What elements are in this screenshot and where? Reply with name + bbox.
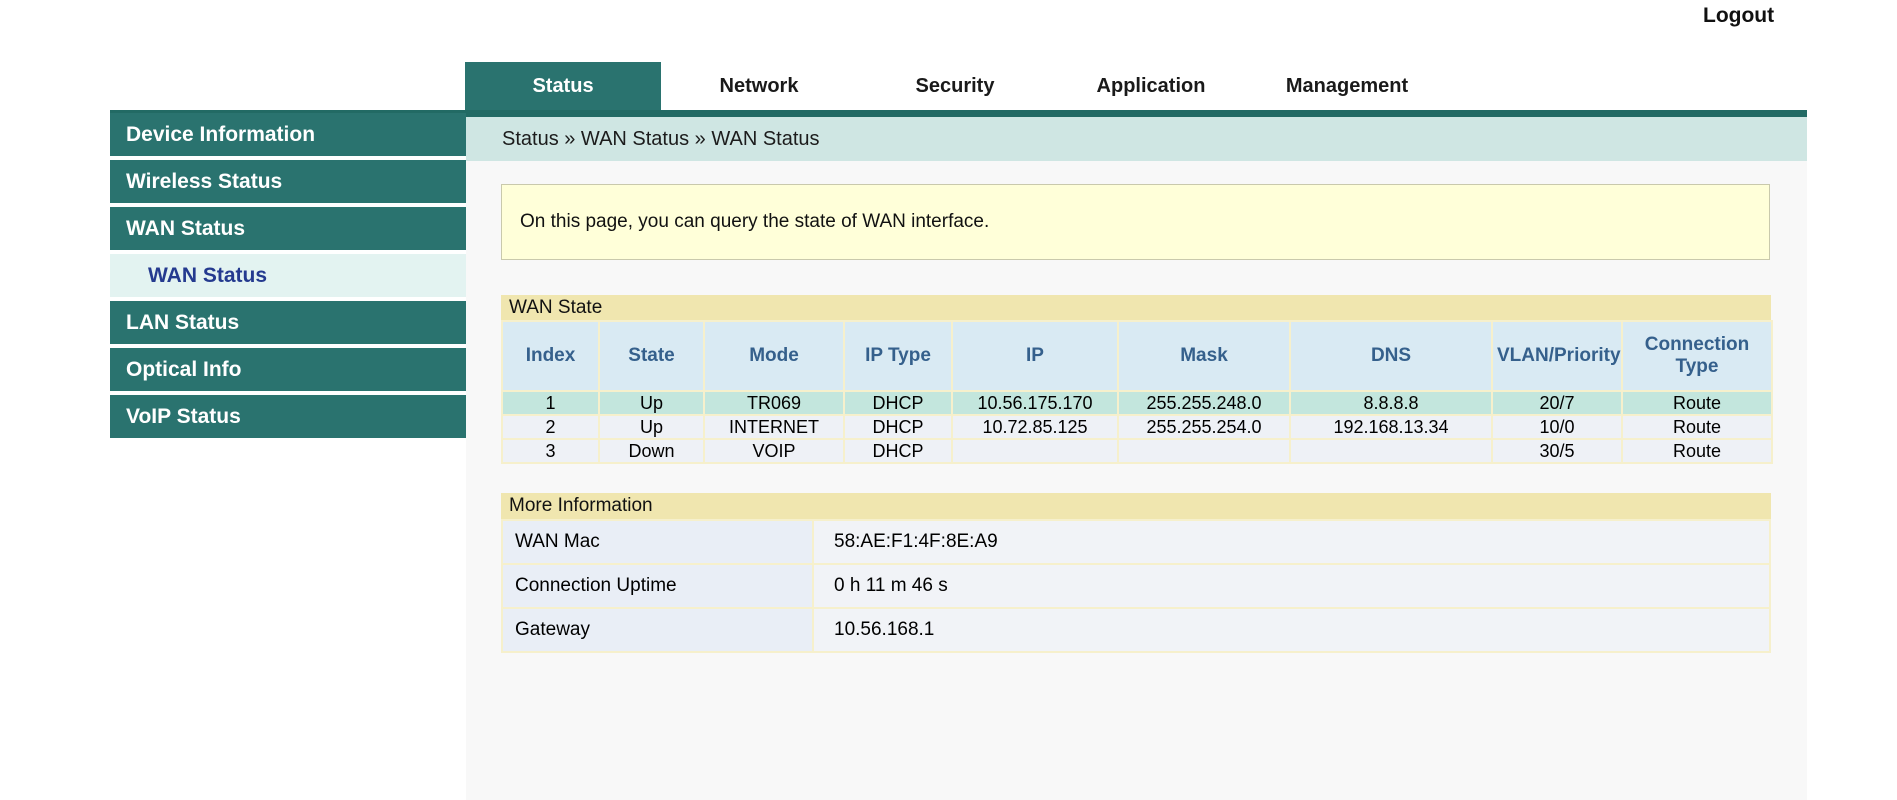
more-information-title: More Information xyxy=(501,493,1771,519)
list-item: Connection Uptime 0 h 11 m 46 s xyxy=(502,564,1770,608)
cell-vlan-priority: 10/0 xyxy=(1492,415,1622,439)
cell-mode: INTERNET xyxy=(704,415,844,439)
sidebar-item-wireless-status[interactable]: Wireless Status xyxy=(110,160,466,203)
cell-state: Up xyxy=(599,415,704,439)
cell-mask xyxy=(1118,439,1290,463)
breadcrumb: Status » WAN Status » WAN Status xyxy=(466,117,1807,161)
cell-ip xyxy=(952,439,1118,463)
cell-dns xyxy=(1290,439,1492,463)
tab-status[interactable]: Status xyxy=(465,62,661,110)
col-header-state: State xyxy=(599,321,704,391)
cell-ip: 10.72.85.125 xyxy=(952,415,1118,439)
list-item: WAN Mac 58:AE:F1:4F:8E:A9 xyxy=(502,520,1770,564)
cell-vlan-priority: 30/5 xyxy=(1492,439,1622,463)
top-nav-tabbar: Status Network Security Application Mana… xyxy=(465,62,1807,110)
table-row[interactable]: 3 Down VOIP DHCP 30/5 Route xyxy=(502,439,1772,463)
cell-ip-type: DHCP xyxy=(844,415,952,439)
cell-connection-type: Route xyxy=(1622,415,1772,439)
cell-dns: 8.8.8.8 xyxy=(1290,391,1492,415)
wan-state-section: WAN State Index State Mode IP Type IP Ma… xyxy=(501,295,1771,464)
wan-mac-value: 58:AE:F1:4F:8E:A9 xyxy=(813,520,1770,564)
logout-link[interactable]: Logout xyxy=(1703,4,1774,28)
sidebar-item-voip-status[interactable]: VoIP Status xyxy=(110,395,466,438)
cell-ip-type: DHCP xyxy=(844,391,952,415)
page-description-text: On this page, you can query the state of… xyxy=(520,211,989,233)
tab-application[interactable]: Application xyxy=(1053,62,1249,110)
cell-connection-type: Route xyxy=(1622,391,1772,415)
cell-mask: 255.255.248.0 xyxy=(1118,391,1290,415)
col-header-mode: Mode xyxy=(704,321,844,391)
table-row[interactable]: 2 Up INTERNET DHCP 10.72.85.125 255.255.… xyxy=(502,415,1772,439)
col-header-vlan-priority: VLAN/Priority xyxy=(1492,321,1622,391)
cell-state: Up xyxy=(599,391,704,415)
cell-ip-type: DHCP xyxy=(844,439,952,463)
tab-management[interactable]: Management xyxy=(1249,62,1445,110)
more-information-section: More Information WAN Mac 58:AE:F1:4F:8E:… xyxy=(501,493,1771,653)
col-header-connection-type: Connection Type xyxy=(1622,321,1772,391)
sidebar-subitem-wan-status[interactable]: WAN Status xyxy=(110,254,466,297)
cell-index: 1 xyxy=(502,391,599,415)
cell-vlan-priority: 20/7 xyxy=(1492,391,1622,415)
gateway-label: Gateway xyxy=(502,608,813,652)
sidebar-nav: Device Information Wireless Status WAN S… xyxy=(110,113,466,442)
col-header-ip-type: IP Type xyxy=(844,321,952,391)
gateway-value: 10.56.168.1 xyxy=(813,608,1770,652)
cell-index: 3 xyxy=(502,439,599,463)
page-description-note: On this page, you can query the state of… xyxy=(501,184,1770,260)
cell-dns: 192.168.13.34 xyxy=(1290,415,1492,439)
table-row[interactable]: 1 Up TR069 DHCP 10.56.175.170 255.255.24… xyxy=(502,391,1772,415)
cell-mode: TR069 xyxy=(704,391,844,415)
col-header-mask: Mask xyxy=(1118,321,1290,391)
col-header-ip: IP xyxy=(952,321,1118,391)
sidebar-item-optical-info[interactable]: Optical Info xyxy=(110,348,466,391)
connection-uptime-label: Connection Uptime xyxy=(502,564,813,608)
more-information-table: WAN Mac 58:AE:F1:4F:8E:A9 Connection Upt… xyxy=(501,519,1771,653)
cell-ip: 10.56.175.170 xyxy=(952,391,1118,415)
cell-connection-type: Route xyxy=(1622,439,1772,463)
wan-mac-label: WAN Mac xyxy=(502,520,813,564)
col-header-index: Index xyxy=(502,321,599,391)
sidebar-item-device-information[interactable]: Device Information xyxy=(110,113,466,156)
tab-network[interactable]: Network xyxy=(661,62,857,110)
cell-state: Down xyxy=(599,439,704,463)
cell-mode: VOIP xyxy=(704,439,844,463)
cell-index: 2 xyxy=(502,415,599,439)
sidebar-item-lan-status[interactable]: LAN Status xyxy=(110,301,466,344)
col-header-dns: DNS xyxy=(1290,321,1492,391)
tab-security[interactable]: Security xyxy=(857,62,1053,110)
list-item: Gateway 10.56.168.1 xyxy=(502,608,1770,652)
table-header-row: Index State Mode IP Type IP Mask DNS VLA… xyxy=(502,321,1772,391)
wan-state-title: WAN State xyxy=(501,295,1771,320)
cell-mask: 255.255.254.0 xyxy=(1118,415,1290,439)
sidebar-item-wan-status[interactable]: WAN Status xyxy=(110,207,466,250)
wan-state-table: Index State Mode IP Type IP Mask DNS VLA… xyxy=(501,320,1773,464)
connection-uptime-value: 0 h 11 m 46 s xyxy=(813,564,1770,608)
